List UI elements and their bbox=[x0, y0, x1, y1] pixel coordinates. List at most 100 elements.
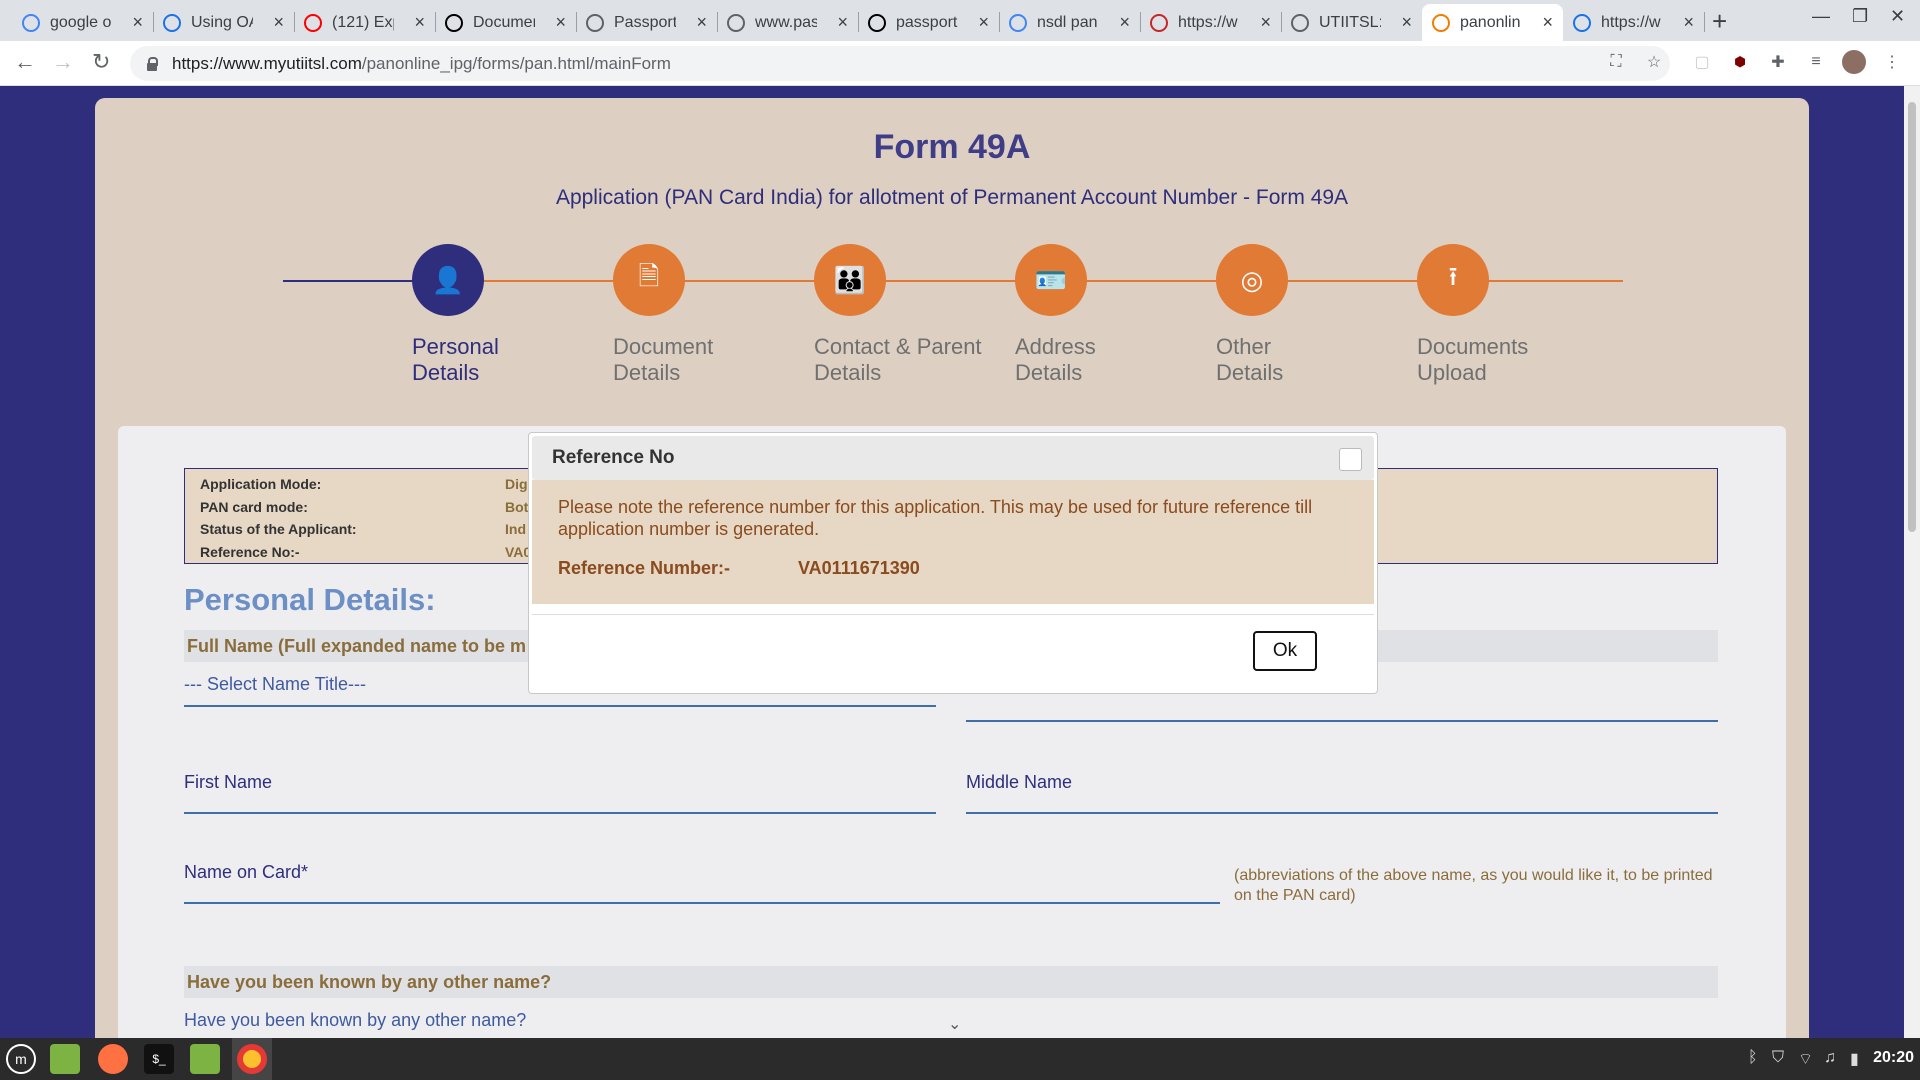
first-name-field[interactable] bbox=[184, 812, 936, 814]
wifi-icon[interactable]: ⌔ bbox=[1798, 1049, 1813, 1069]
p-logo-icon bbox=[868, 13, 886, 32]
edge-icon bbox=[1573, 13, 1591, 32]
terminal-icon[interactable]: $_ bbox=[144, 1044, 174, 1074]
shield-icon[interactable]: ⛉ bbox=[1772, 1049, 1784, 1067]
tab-strip: google o×Using OA×(121) Exp×Documen×Pass… bbox=[0, 0, 1920, 41]
sound-icon[interactable]: ♫ bbox=[1824, 1049, 1836, 1067]
page-title: Form 49A bbox=[873, 128, 1031, 166]
show-desktop-icon[interactable] bbox=[50, 1044, 80, 1074]
menu-dots-icon[interactable]: ⋮ bbox=[1880, 50, 1904, 74]
close-window-icon[interactable]: ✕ bbox=[1890, 6, 1905, 27]
address-card-icon: 🪪 bbox=[1015, 244, 1087, 316]
tab-close-icon[interactable]: × bbox=[1542, 12, 1553, 33]
document-icon: 🗎 bbox=[613, 244, 685, 316]
battery-icon[interactable]: ▮ bbox=[1850, 1049, 1859, 1069]
url-host: https://www.myutiitsl.com bbox=[172, 53, 362, 73]
info-label: Status of the Applicant: bbox=[200, 521, 357, 538]
tab-separator bbox=[1704, 12, 1705, 32]
back-arrow-icon[interactable]: ← bbox=[14, 49, 36, 75]
tab-close-icon[interactable]: × bbox=[555, 12, 566, 33]
address-bar[interactable]: https://www.myutiitsl.com/panonline_ipg/… bbox=[130, 46, 1670, 81]
step-4[interactable]: 🪪 Address Details bbox=[1015, 244, 1195, 386]
forward-arrow-icon[interactable]: → bbox=[52, 49, 74, 75]
tab-close-icon[interactable]: × bbox=[837, 12, 848, 33]
youtube-icon bbox=[304, 13, 322, 32]
browser-tab[interactable]: Documen × bbox=[435, 4, 577, 41]
step-5[interactable]: ◎ Other Details bbox=[1216, 244, 1396, 386]
ok-button[interactable]: Ok bbox=[1253, 631, 1317, 671]
files-icon[interactable] bbox=[190, 1044, 220, 1074]
browser-tab[interactable]: (121) Exp × bbox=[294, 4, 436, 41]
dialog-message: Please note the reference number for thi… bbox=[558, 497, 1313, 539]
extension-placeholder-icon[interactable]: ▢ bbox=[1690, 50, 1714, 74]
tab-close-icon[interactable]: × bbox=[414, 12, 425, 33]
tab-title: https://w bbox=[1601, 13, 1661, 31]
step-2[interactable]: 🗎 Document Details bbox=[613, 244, 793, 386]
browser-tab[interactable]: Passport × bbox=[576, 4, 718, 41]
middle-name-field[interactable] bbox=[966, 812, 1718, 814]
browser-tab[interactable]: www.pas × bbox=[717, 4, 859, 41]
p-logo-icon bbox=[445, 13, 463, 32]
tab-close-icon[interactable]: × bbox=[1119, 12, 1130, 33]
scrollbar-thumb[interactable] bbox=[1908, 102, 1916, 532]
new-tab-button[interactable]: + bbox=[1712, 6, 1727, 37]
lock-icon[interactable] bbox=[146, 56, 158, 71]
step-label: Details bbox=[613, 360, 681, 385]
firefox-icon[interactable] bbox=[98, 1044, 128, 1074]
tab-close-icon[interactable]: × bbox=[696, 12, 707, 33]
browser-tab[interactable]: nsdl pan × bbox=[999, 4, 1141, 41]
browser-tab[interactable]: passport × bbox=[858, 4, 1000, 41]
mint-menu-icon[interactable]: m bbox=[6, 1044, 36, 1074]
tab-close-icon[interactable]: × bbox=[132, 12, 143, 33]
step-label: Contact & Parent bbox=[814, 334, 982, 359]
avatar[interactable] bbox=[1842, 50, 1866, 74]
step-label: Personal bbox=[412, 334, 499, 359]
tab-close-icon[interactable]: × bbox=[273, 12, 284, 33]
tab-close-icon[interactable]: × bbox=[1401, 12, 1412, 33]
browser-tab[interactable]: https://w × bbox=[1140, 4, 1282, 41]
browser-tab[interactable]: panonlin × bbox=[1422, 4, 1563, 41]
google-icon bbox=[1009, 13, 1027, 32]
browser-tab[interactable]: UTIITSL: × bbox=[1281, 4, 1423, 41]
tab-title: Passport bbox=[614, 13, 676, 31]
step-1[interactable]: 👤 Personal Details bbox=[412, 244, 592, 386]
info-value: Ind bbox=[505, 521, 526, 538]
other-name-select[interactable]: Have you been known by any other name? bbox=[184, 1010, 966, 1038]
clock[interactable]: 20:20 bbox=[1873, 1049, 1914, 1067]
step-label: Document bbox=[613, 334, 714, 359]
browser-tab[interactable]: https://w × bbox=[1563, 4, 1705, 41]
dialog-close-button[interactable] bbox=[1339, 448, 1362, 471]
browser-tab[interactable]: Using OA × bbox=[153, 4, 295, 41]
other-name-bar: Have you been known by any other name? bbox=[184, 966, 1718, 998]
tab-close-icon[interactable]: × bbox=[1683, 12, 1694, 33]
person-icon: 👤 bbox=[412, 244, 484, 316]
tab-close-icon[interactable]: × bbox=[978, 12, 989, 33]
first-name-label: First Name bbox=[184, 772, 273, 792]
step-6[interactable]: ⭱ Documents Upload bbox=[1417, 244, 1597, 386]
tab-title: passport bbox=[896, 13, 958, 31]
extensions-puzzle-icon[interactable]: ✚ bbox=[1766, 50, 1790, 74]
info-label: Application Mode: bbox=[200, 476, 322, 493]
reload-icon[interactable]: ↻ bbox=[92, 49, 110, 75]
bookmark-star-icon[interactable]: ☆ bbox=[1642, 50, 1666, 74]
tab-close-icon[interactable]: × bbox=[1260, 12, 1271, 33]
chevron-down-icon[interactable]: ⌄ bbox=[948, 1014, 961, 1034]
restore-icon[interactable]: ❐ bbox=[1852, 6, 1868, 27]
info-value: Dig bbox=[505, 476, 528, 493]
media-queue-icon[interactable]: ≡ bbox=[1804, 50, 1828, 74]
chrome-icon[interactable] bbox=[237, 1044, 267, 1074]
step-label: Details bbox=[1216, 360, 1284, 385]
browser-toolbar: ← → ↻ https://www.myutiitsl.com/panonlin… bbox=[0, 41, 1920, 86]
last-name-field[interactable] bbox=[966, 720, 1718, 722]
step-3[interactable]: 👪 Contact & Parent Details bbox=[814, 244, 994, 386]
minimize-icon[interactable]: — bbox=[1812, 6, 1830, 27]
ublock-icon[interactable]: ⬢ bbox=[1728, 50, 1752, 74]
globe-icon bbox=[1291, 13, 1309, 32]
target-icon: ◎ bbox=[1216, 244, 1288, 316]
translate-icon[interactable]: ⛶ bbox=[1604, 50, 1628, 74]
browser-tab[interactable]: google o × bbox=[12, 4, 154, 41]
name-on-card-field[interactable] bbox=[184, 902, 1220, 904]
step-label: Address bbox=[1015, 334, 1096, 359]
page-scrollbar[interactable] bbox=[1904, 86, 1920, 1038]
bluetooth-icon[interactable]: ᛒ bbox=[1748, 1049, 1758, 1067]
